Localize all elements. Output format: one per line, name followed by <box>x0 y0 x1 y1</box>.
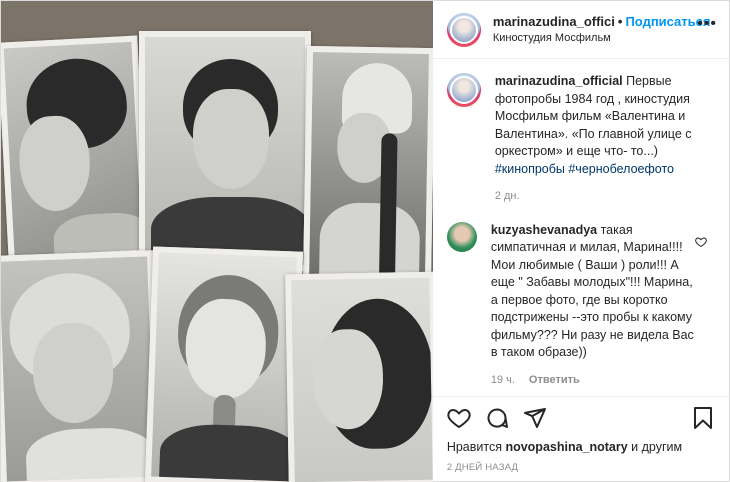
author-avatar[interactable] <box>446 12 481 47</box>
action-bar <box>432 396 729 438</box>
photo-card-5 <box>144 246 304 482</box>
more-options-icon[interactable]: ••• <box>697 15 717 33</box>
likes-user-link[interactable]: novopashina_notary <box>505 440 627 454</box>
caption-avatar[interactable] <box>446 73 481 107</box>
caption-hashtags[interactable]: #кинопробы #чернобелоефото <box>495 162 674 176</box>
comment-like-heart-icon[interactable] <box>695 236 707 248</box>
comment-username[interactable]: kuzyashevanadya <box>491 223 597 237</box>
photo-card-3 <box>302 45 433 287</box>
separator-dot: • <box>617 13 623 29</box>
likes-prefix: Нравится <box>446 440 506 454</box>
location-link[interactable]: Киностудия Мосфильм <box>493 30 711 47</box>
caption-time[interactable]: 2 дн. <box>495 190 520 202</box>
comment-time[interactable]: 19 ч. <box>491 374 515 386</box>
caption-username[interactable]: marinazudina_official <box>495 74 623 88</box>
post-photo[interactable] <box>1 1 433 482</box>
post-date[interactable]: 2 ДНЕЙ НАЗАД <box>433 456 729 482</box>
photo-card-4 <box>1 250 161 482</box>
comment-item: kuzyashevanadya такая симпатичная и мила… <box>446 221 715 390</box>
likes-suffix[interactable]: и другим <box>628 440 682 454</box>
post-sidebar: marinazudina_offici • Подписаться Киностуд… <box>432 1 729 482</box>
post-header: marinazudina_offici • Подписаться Киностуд… <box>432 1 729 59</box>
photo-card-6 <box>285 271 433 482</box>
photo-card-2 <box>139 31 311 271</box>
author-username[interactable]: marinazudina_offici <box>493 14 615 29</box>
heart-icon[interactable] <box>447 406 471 430</box>
comment-text: такая симпатичная и милая, Марина!!!! Мо… <box>490 222 694 360</box>
bookmark-icon[interactable] <box>691 406 715 430</box>
reply-button[interactable]: Ответить <box>529 374 580 386</box>
comments-section: marinazudina_official Первые фотопробы 1… <box>433 59 729 396</box>
commenter-avatar[interactable] <box>446 221 477 252</box>
caption: marinazudina_official Первые фотопробы 1… <box>446 73 715 206</box>
post-modal: marinazudina_offici • Подписаться Киностуд… <box>0 0 730 482</box>
comment-icon[interactable] <box>485 406 509 430</box>
photo-card-1 <box>1 35 149 263</box>
share-icon[interactable] <box>523 406 547 430</box>
likes-summary: Нравится novopashina_notary и другим <box>433 438 729 456</box>
